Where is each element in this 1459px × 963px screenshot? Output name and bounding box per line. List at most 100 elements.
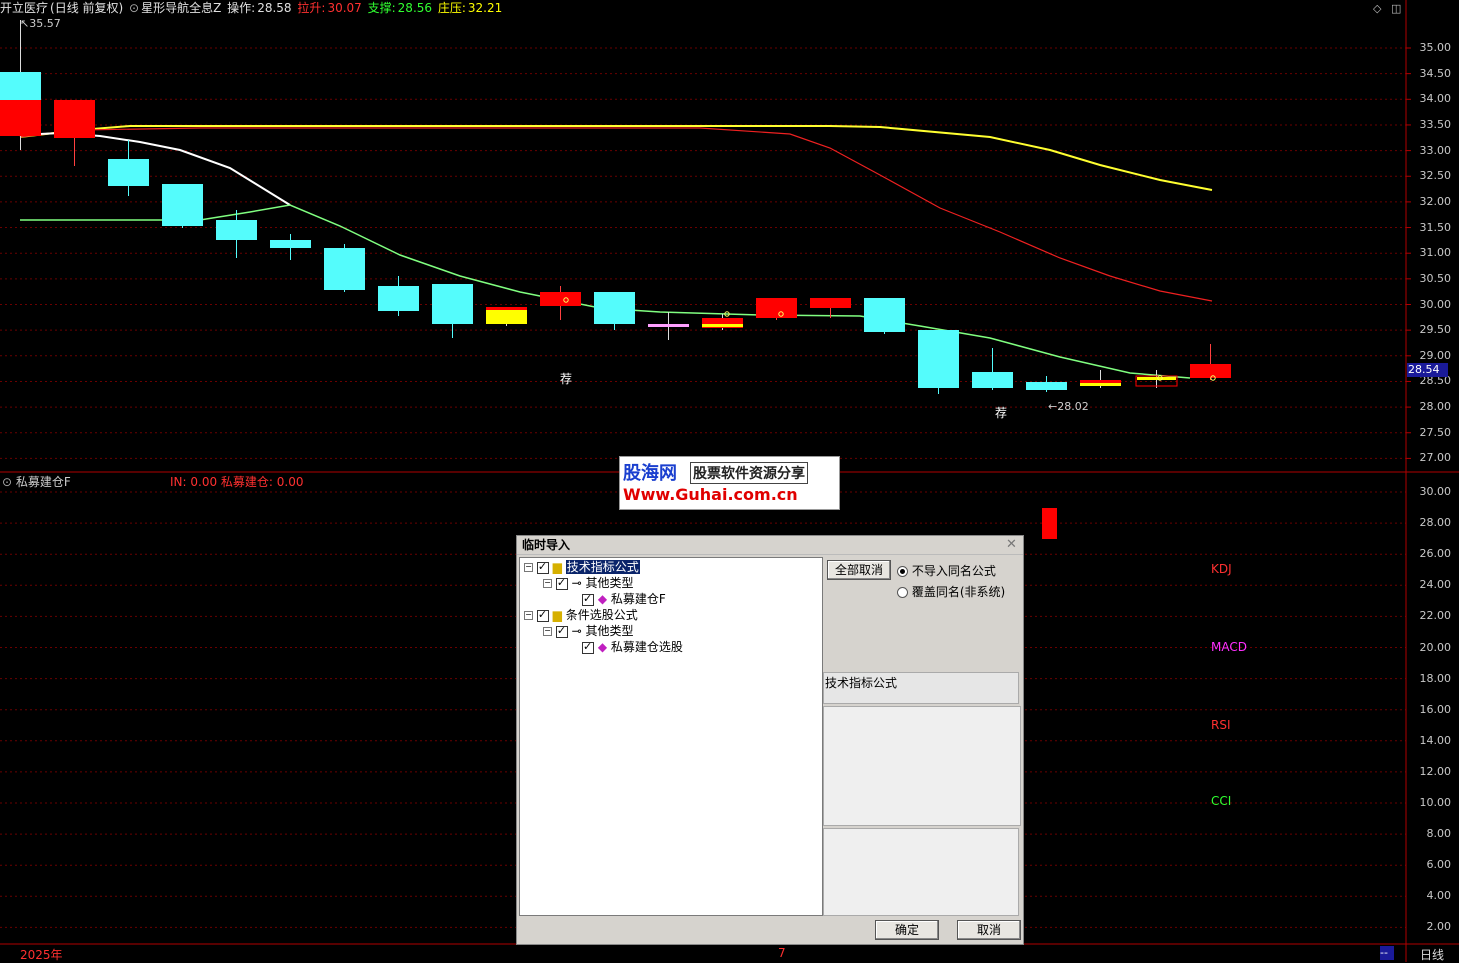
candle-top (486, 307, 527, 310)
candle-body (432, 284, 473, 324)
price-tick: 27.50 (1419, 425, 1452, 439)
tree-label: 技术指标公式 (565, 560, 640, 574)
tab-cci[interactable]: CCI (1211, 794, 1231, 808)
dialog-title: 临时导入 (517, 536, 1023, 555)
brand-slogan: 股票软件资源分享 (690, 462, 808, 484)
sub-tick: 4.00 (1426, 889, 1452, 903)
sub-panel-header: ⊙ 私募建仓F (2, 473, 71, 490)
sub-dropdown-icon[interactable]: ⊙ (2, 475, 12, 489)
ma-green (20, 204, 1191, 379)
cancel-all-button[interactable]: 全部取消 (827, 560, 891, 580)
tab-macd[interactable]: MACD (1211, 640, 1247, 654)
checkbox[interactable] (555, 623, 568, 639)
price-tick: 31.00 (1419, 246, 1452, 260)
sub-tick: 12.00 (1419, 764, 1452, 778)
tab-kdj[interactable]: KDJ (1211, 562, 1232, 576)
checkbox[interactable] (536, 559, 549, 575)
sub-title[interactable]: 私募建仓F (16, 475, 71, 489)
sub-tick: 28.00 (1419, 516, 1452, 530)
tab-rsi[interactable]: RSI (1211, 718, 1231, 732)
candle-top (1137, 377, 1176, 380)
collapse-icon[interactable]: − (543, 627, 552, 636)
period-button[interactable]: 日线 (1420, 946, 1444, 963)
radio-skip[interactable] (897, 566, 908, 577)
high-annotation: ↖35.57 (20, 17, 61, 30)
collapse-icon[interactable]: − (543, 579, 552, 588)
option-overwrite[interactable]: 覆盖同名(非系统) (897, 583, 1005, 600)
folder-icon: ▆ (552, 560, 562, 574)
candle-body (324, 248, 365, 290)
watermark-logo: 股海网 股票软件资源分享 Www.Guhai.com.cn (619, 456, 840, 510)
checkbox[interactable] (555, 575, 568, 591)
sub-tick: 6.00 (1426, 858, 1452, 872)
tree-item-tech[interactable]: − ▆ 技术指标公式 (524, 559, 640, 575)
collapse-icon[interactable]: − (524, 611, 533, 620)
high-value: 35.57 (29, 17, 61, 30)
formula-icon: ◆ (597, 640, 608, 654)
candle-body (108, 159, 149, 186)
current-price-tag: 28.54 (1407, 363, 1448, 377)
candle-body (756, 298, 797, 318)
price-tick: 30.50 (1419, 271, 1452, 285)
candle-body (594, 292, 635, 324)
tree-item-formula2[interactable]: ◆ 私募建仓选股 (582, 639, 683, 655)
brand-url: Www.Guhai.com.cn (623, 485, 798, 504)
info-panel-2 (823, 828, 1019, 916)
key-icon: ⊸ (571, 624, 582, 638)
price-tick: 27.00 (1419, 451, 1452, 465)
formula-icon: ◆ (597, 592, 608, 606)
candle-body (972, 372, 1013, 388)
candle-body (216, 220, 257, 240)
candle-body (918, 330, 959, 388)
recommend-mark-2: 荐 (995, 406, 1008, 420)
sub-tick: 10.00 (1419, 796, 1452, 809)
price-tick: 33.50 (1419, 117, 1452, 131)
collapse-icon[interactable]: − (524, 563, 533, 572)
candle-body (1190, 364, 1231, 378)
sub-tick: 2.00 (1426, 920, 1452, 934)
close-icon[interactable]: ✕ (1006, 537, 1017, 552)
ok-button[interactable]: 确定 (875, 920, 939, 940)
checkbox[interactable] (582, 591, 594, 607)
candle-body (0, 72, 41, 100)
sub-tick: 22.00 (1419, 609, 1452, 623)
ma-yellow (19, 125, 1213, 191)
info-title: 技术指标公式 (825, 676, 898, 690)
candle-body (54, 100, 95, 138)
sub-tick: 20.00 (1419, 640, 1452, 654)
cancel-button[interactable]: 取消 (957, 920, 1021, 940)
price-tick: 32.00 (1419, 194, 1452, 208)
scroll-indicator[interactable]: -- (1380, 946, 1394, 960)
folder-icon: ▆ (552, 608, 562, 622)
price-tick: 29.50 (1419, 323, 1452, 337)
low-annotation: ←28.02 (1048, 400, 1089, 413)
sub-tick: 14.00 (1419, 733, 1452, 747)
formula-tree[interactable]: − ▆ 技术指标公式 − ⊸ 其他类型 ◆ 私募建仓F − ▆ 条件选股公式 −… (519, 557, 823, 916)
sub-tick: 24.00 (1419, 578, 1452, 592)
checkbox[interactable] (536, 607, 549, 623)
candle-body (1026, 382, 1067, 390)
ma-white (19, 131, 291, 206)
tree-item-formula1[interactable]: ◆ 私募建仓F (582, 591, 666, 607)
price-tick: 28.00 (1419, 400, 1452, 414)
radio-overwrite[interactable] (897, 587, 908, 598)
tree-item-other1[interactable]: − ⊸ 其他类型 (543, 575, 634, 591)
key-icon: ⊸ (571, 576, 582, 590)
moving-averages (19, 125, 1213, 379)
tree-item-select[interactable]: − ▆ 条件选股公式 (524, 607, 638, 623)
sub-tick: 30.00 (1419, 485, 1452, 498)
tree-label: 其他类型 (585, 624, 634, 638)
low-value: 28.02 (1057, 400, 1089, 413)
checkbox[interactable] (582, 639, 594, 655)
option-skip[interactable]: 不导入同名公式 (897, 562, 996, 579)
tree-label: 其他类型 (585, 576, 634, 590)
sub-tick: 18.00 (1419, 671, 1452, 685)
candle-body (162, 184, 203, 226)
tree-item-other2[interactable]: − ⊸ 其他类型 (543, 623, 634, 639)
price-tick: 35.00 (1419, 41, 1452, 54)
tree-label: 私募建仓选股 (610, 640, 683, 654)
tree-label: 私募建仓F (610, 592, 666, 606)
candle-body (864, 298, 905, 332)
candle-top (1080, 380, 1121, 383)
recommend-mark-1: 荐 (560, 372, 573, 386)
